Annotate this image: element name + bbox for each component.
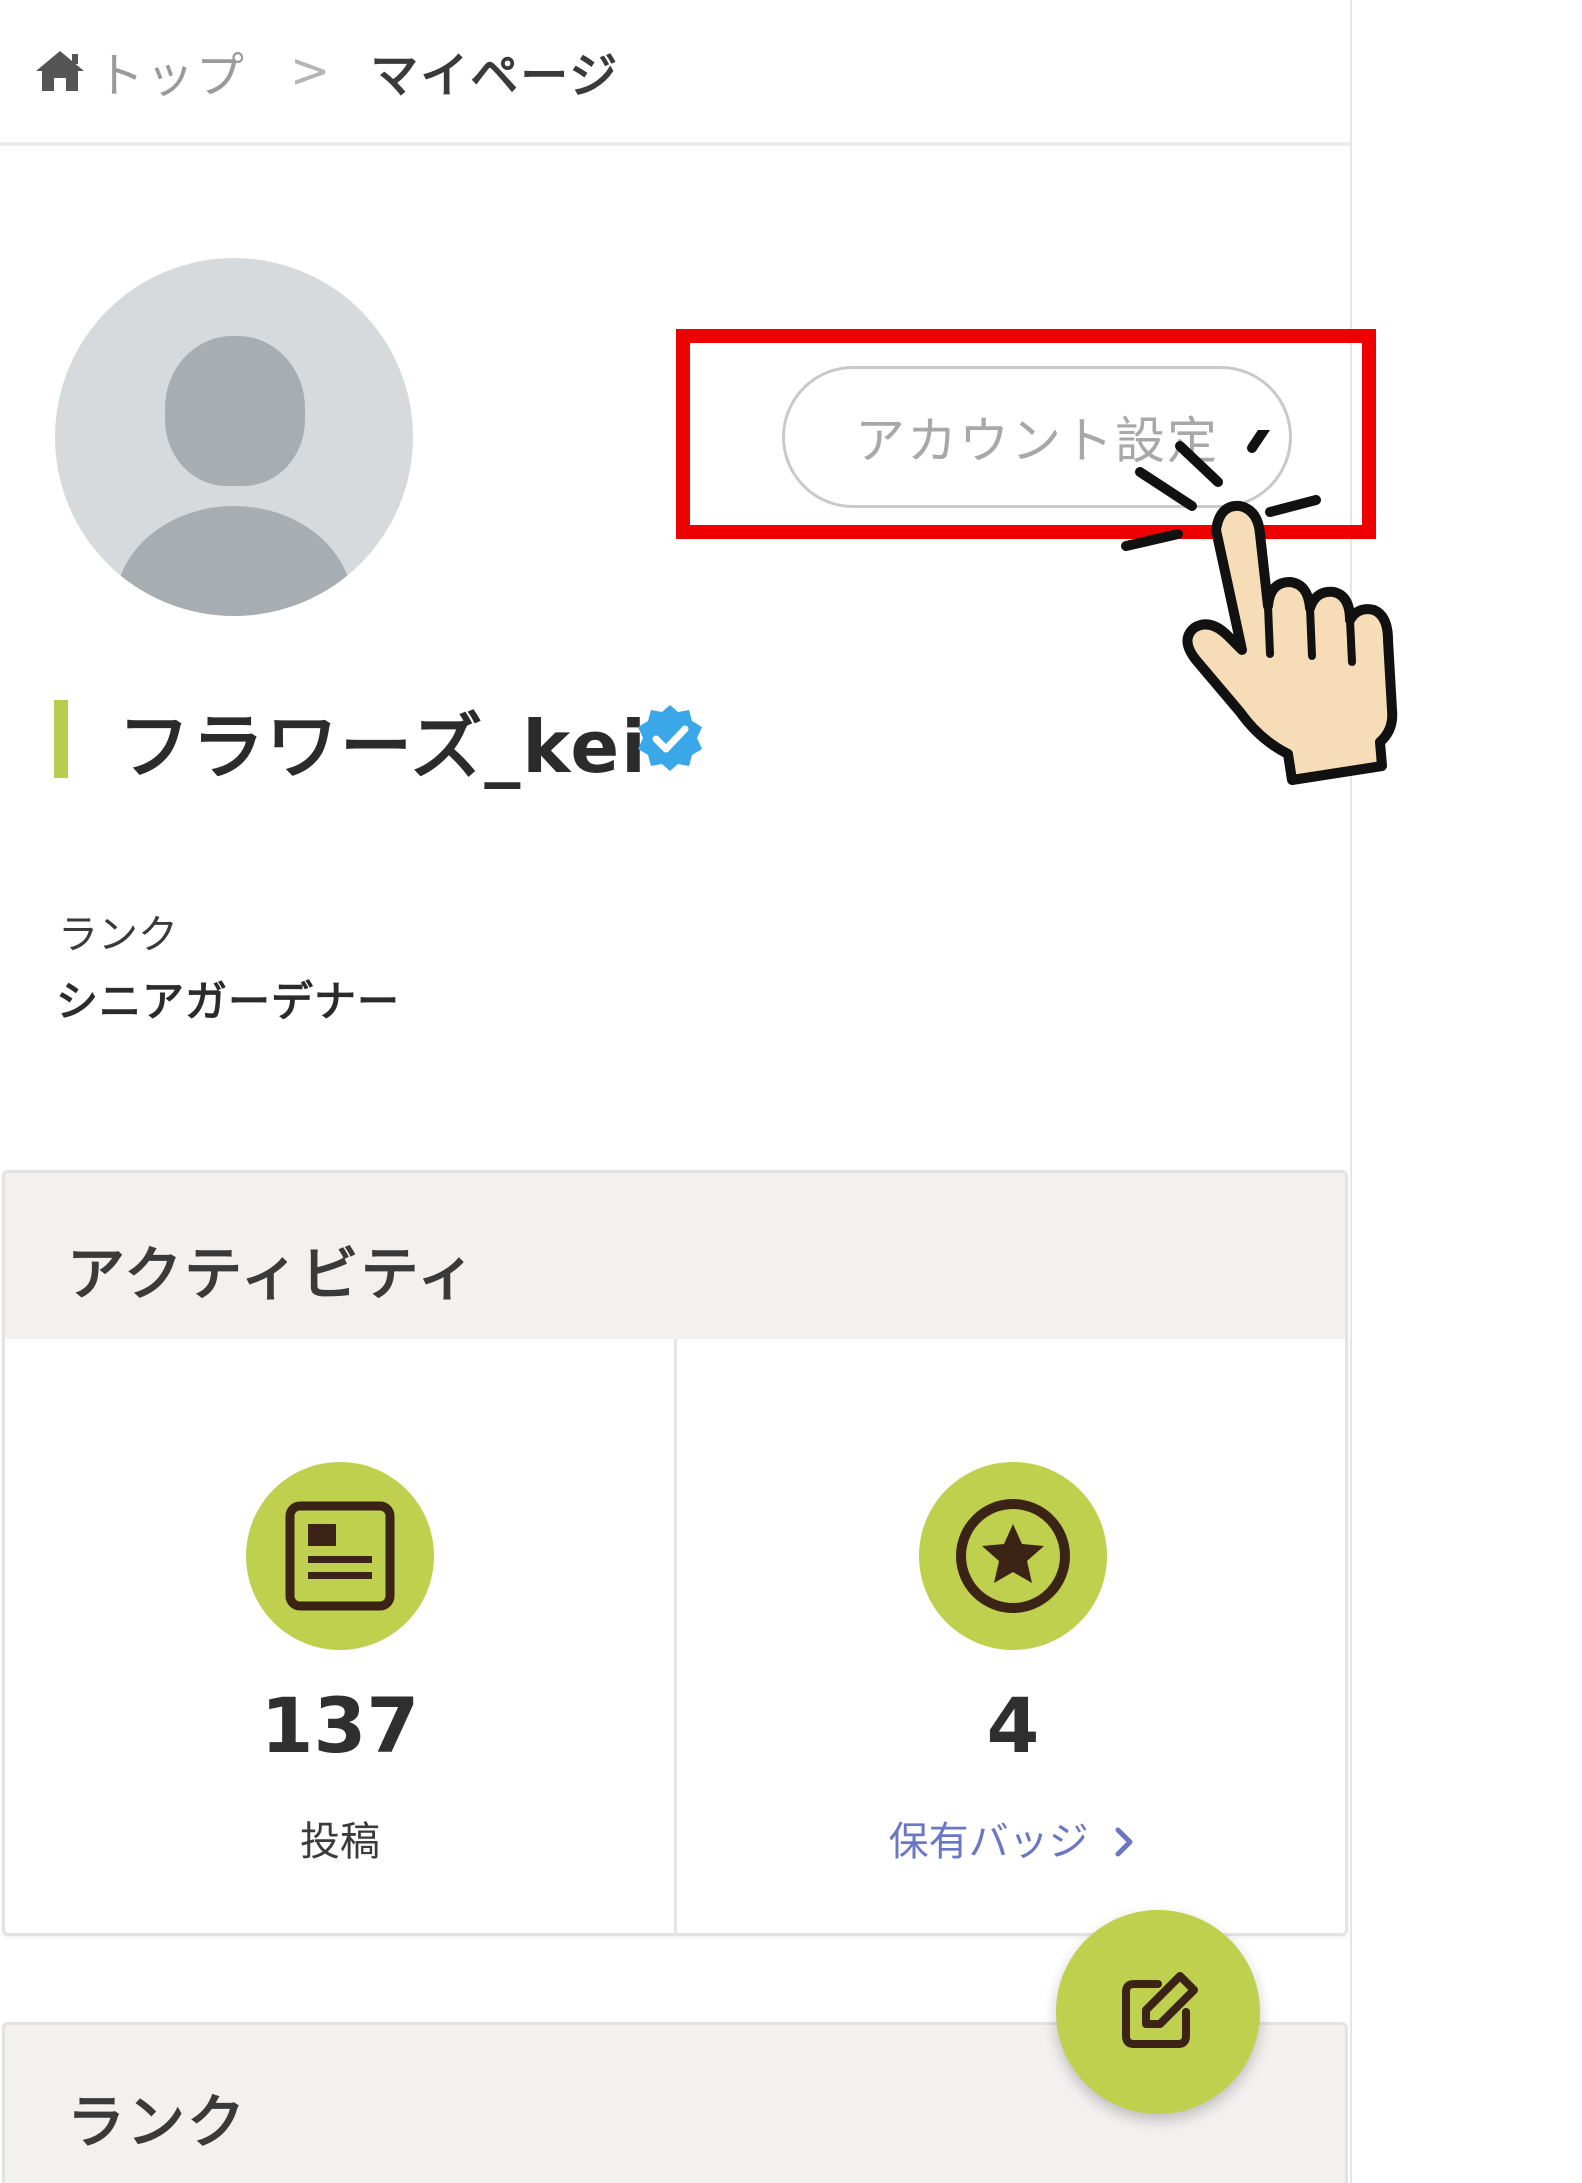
breadcrumb-top-link[interactable]: トップ — [96, 36, 246, 106]
activity-divider — [674, 1339, 677, 1933]
breadcrumb: トップ > マイページ — [0, 0, 1350, 146]
avatar-body-shape — [115, 506, 353, 616]
new-post-fab[interactable] — [1056, 1910, 1260, 2114]
username: フラワーズ_kei — [118, 705, 648, 789]
rank-label: ランク — [58, 912, 178, 958]
my-page: トップ > マイページ アカウント設定 フラワーズ_kei ランク シニアガーデ… — [0, 0, 1352, 2183]
activity-card: アクティビティ 137 投稿 4 保有バッジ — [2, 1170, 1348, 1936]
home-icon[interactable] — [32, 47, 88, 95]
username-accent-bar — [54, 700, 68, 778]
breadcrumb-current: マイページ — [370, 48, 620, 104]
posts-label: 投稿 — [300, 1819, 380, 1865]
verified-badge-icon — [638, 705, 702, 771]
default-avatar-icon — [55, 258, 413, 616]
avatar-head-shape — [165, 336, 305, 486]
post-document-icon — [246, 1462, 434, 1650]
badges-link-label[interactable]: 保有バッジ — [889, 1819, 1089, 1865]
rank-value: シニアガーデナー — [56, 977, 401, 1026]
edit-icon — [1122, 1972, 1198, 2048]
activity-card-header: アクティビティ — [5, 1173, 1345, 1339]
activity-title: アクティビティ — [67, 1240, 478, 1308]
badges-link[interactable]: 保有バッジ — [683, 1809, 1343, 1867]
posts-count: 137 — [260, 1681, 420, 1770]
star-badge-icon — [919, 1462, 1107, 1650]
hand-pointer-icon — [1121, 430, 1398, 785]
rank-section-title: ランク — [67, 2088, 248, 2156]
breadcrumb-separator: > — [290, 43, 331, 99]
badges-count: 4 — [986, 1681, 1040, 1770]
chevron-right-icon[interactable] — [1111, 1826, 1137, 1858]
